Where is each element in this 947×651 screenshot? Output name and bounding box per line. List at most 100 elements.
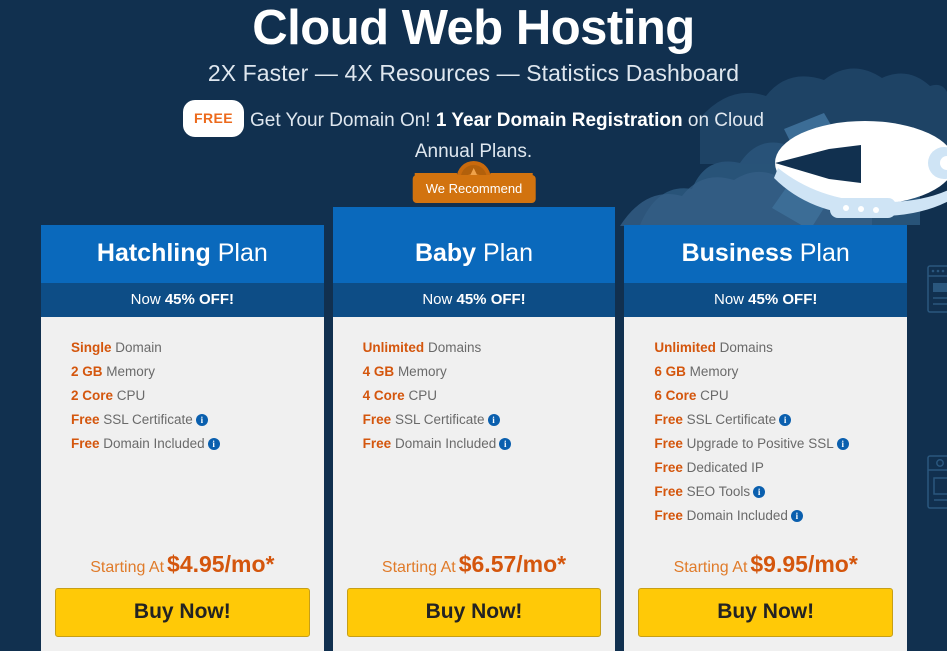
feature-highlight: 6 Core — [654, 388, 697, 403]
blimp-fin-bottom — [772, 188, 824, 230]
offer-prefix: Now — [713, 291, 749, 308]
price-prefix: Starting At — [673, 559, 748, 576]
feature-highlight: Free — [654, 412, 683, 427]
feature-highlight: 4 Core — [362, 388, 405, 403]
feature-text: SSL Certificate — [99, 412, 193, 427]
feature-text: SSL Certificate — [682, 412, 777, 427]
feature-text: Domain Included — [391, 436, 497, 451]
price-amount: $4.95/mo* — [167, 551, 275, 577]
plan-feature: 6 GB Memory — [654, 360, 907, 384]
feature-highlight: Free — [654, 460, 683, 475]
feature-text: Domain Included — [682, 508, 788, 523]
plan-feature: 6 Core CPU — [654, 384, 907, 408]
cloud-shapes-lower — [620, 171, 872, 226]
offer-amount: 45% OFF! — [164, 291, 235, 308]
plan-feature: Free SSL Certificate i — [71, 408, 324, 432]
plan-name-suffix: Plan — [792, 239, 850, 267]
plan-feature: Free Dedicated IP — [654, 456, 907, 480]
feature-highlight: Unlimited — [654, 340, 716, 355]
plan-feature: Free SSL Certificate i — [363, 408, 616, 432]
buy-now-button[interactable]: Buy Now! — [346, 588, 602, 637]
feature-text: CPU — [404, 388, 437, 403]
feature-highlight: 6 GB — [654, 364, 686, 379]
plan-feature: Free SEO Tools i — [654, 480, 907, 504]
buy-now-button[interactable]: Buy Now! — [55, 588, 310, 637]
plan-feature: Free SSL Certificate i — [654, 408, 907, 432]
plan-price: Starting At $9.95/mo* — [624, 551, 907, 588]
info-icon[interactable]: i — [195, 414, 208, 426]
hero-promo: FREE Get Your Domain On! 1 Year Domain Re… — [154, 100, 794, 167]
info-icon[interactable]: i — [499, 438, 512, 450]
plan-feature: 2 Core CPU — [71, 384, 324, 408]
price-amount: $6.57/mo* — [458, 551, 567, 577]
plan-feature: Unlimited Domains — [654, 336, 907, 360]
feature-highlight: 2 GB — [71, 364, 103, 379]
feature-text: Memory — [102, 364, 156, 379]
plan-price: Starting At $4.95/mo* — [41, 551, 324, 588]
feature-highlight: Free — [654, 436, 683, 451]
plan-feature: 4 GB Memory — [363, 360, 616, 384]
feature-text: Dedicated IP — [682, 460, 764, 475]
feature-text: SEO Tools — [682, 484, 751, 499]
plan-features: Unlimited Domains 4 GB Memory 4 Core CPU Fr… — [333, 317, 616, 551]
feature-highlight: Unlimited — [362, 340, 425, 355]
plan-feature: Free Domain Included i — [654, 504, 907, 528]
plan-feature: Free Domain Included i — [71, 432, 324, 456]
price-prefix: Starting At — [90, 559, 165, 576]
buy-now-button[interactable]: Buy Now! — [638, 588, 894, 637]
plan-name: Business — [681, 239, 793, 267]
plan-header: Business Plan — [624, 225, 908, 283]
plan-feature: 4 Core CPU — [363, 384, 616, 408]
price-prefix: Starting At — [381, 559, 456, 576]
feature-text: Domains — [715, 340, 773, 355]
blimp-gondola — [830, 198, 896, 218]
recommend-ribbon-label: We Recommend — [412, 175, 536, 203]
feature-highlight: 4 GB — [362, 364, 395, 379]
recommend-ribbon: We Recommend — [412, 161, 536, 203]
plan-feature: Unlimited Domains — [363, 336, 616, 360]
feature-highlight: Free — [654, 508, 683, 523]
plan-features: Single Domain 2 GB Memory 2 Core CPU Free S… — [41, 317, 324, 551]
feature-text: SSL Certificate — [391, 412, 485, 427]
plan-name: Hatchling — [96, 239, 211, 267]
info-icon[interactable]: i — [753, 486, 766, 498]
feature-highlight: Free — [71, 412, 100, 427]
hero-subtitle: 2X Faster — 4X Resources — Statistics Da… — [207, 60, 740, 86]
plan-offer-banner: Now 45% OFF! — [41, 283, 324, 317]
plan-card: Business Plan Now 45% OFF! Unlimited Domai… — [624, 225, 908, 651]
plan-features: Unlimited Domains 6 GB Memory 6 Core CPU Fr… — [624, 317, 907, 551]
plan-feature: Single Domain — [71, 336, 324, 360]
free-badge: FREE — [183, 100, 244, 137]
plan-offer-banner: Now 45% OFF! — [332, 283, 616, 317]
feature-text: Upgrade to Positive SSL — [682, 436, 834, 451]
plan-name-suffix: Plan — [476, 239, 534, 267]
feature-highlight: Free — [71, 436, 100, 451]
plan-name: Baby — [414, 239, 477, 267]
pricing-cards: Hatchling Plan Now 45% OFF! Single Domain 2… — [41, 161, 908, 651]
price-amount: $9.95/mo* — [750, 551, 858, 577]
feature-highlight: Free — [362, 412, 392, 427]
plan-card: We Recommend Baby Plan Now 45% OFF! Unlimit… — [332, 161, 616, 651]
feature-text: Memory — [394, 364, 447, 379]
feature-highlight: Single — [71, 340, 112, 355]
promo-text-lead: Get Your Domain On! — [249, 110, 436, 131]
plan-header: Baby Plan — [332, 207, 616, 283]
plan-feature: 2 GB Memory — [71, 360, 324, 384]
offer-prefix: Now — [422, 291, 457, 308]
info-icon[interactable]: i — [207, 438, 220, 450]
info-icon[interactable]: i — [790, 510, 803, 522]
feature-text: Domain Included — [99, 436, 205, 451]
browser-window-outlines — [927, 265, 947, 509]
pricing-page: Cloud Web Hosting 2X Faster — 4X Resourc… — [0, 0, 947, 651]
info-icon[interactable]: i — [779, 414, 792, 426]
plan-price: Starting At $6.57/mo* — [333, 551, 616, 588]
feature-highlight: Free — [362, 436, 392, 451]
info-icon[interactable]: i — [836, 438, 849, 450]
info-icon[interactable]: i — [487, 414, 500, 426]
blimp-body-shade — [774, 168, 947, 217]
feature-text: CPU — [696, 388, 729, 403]
plan-offer-banner: Now 45% OFF! — [624, 283, 908, 317]
feature-text: Memory — [685, 364, 739, 379]
hero-section: Cloud Web Hosting 2X Faster — 4X Resourc… — [0, 0, 947, 167]
offer-amount: 45% OFF! — [748, 291, 818, 308]
